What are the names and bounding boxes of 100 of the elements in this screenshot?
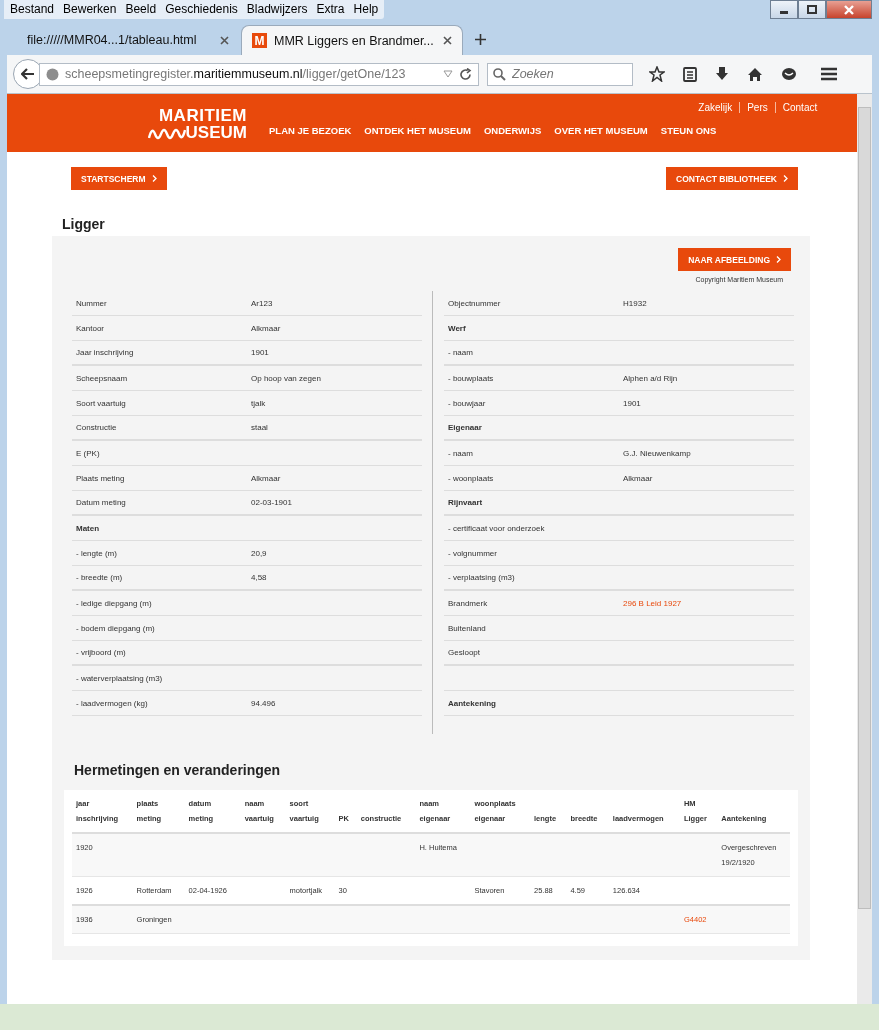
field-label: Werf [448, 323, 467, 333]
menu-item[interactable]: Beeld [125, 2, 157, 17]
nav-link[interactable]: STEUN ONS [660, 125, 717, 136]
menu-item[interactable]: Bewerken [63, 2, 117, 17]
field-label: E (PK) [76, 448, 101, 458]
field-label: - vrijboord (m) [76, 648, 127, 657]
field-label: Plaats meting [76, 473, 126, 483]
nav-link[interactable]: ONDERWIJS [484, 125, 542, 136]
menu-item[interactable]: Bladwijzers [246, 2, 308, 17]
header-link[interactable]: Zakelijk [691, 102, 740, 113]
field-label: - woonplaats [448, 473, 495, 483]
menu-item[interactable]: Geschiedenis [165, 2, 238, 17]
minimize-button[interactable] [770, 0, 798, 19]
field-value: tjalk [251, 398, 266, 408]
menu-item[interactable]: Extra [316, 2, 345, 17]
search-field[interactable]: Zoeken [487, 62, 633, 86]
scrollbar[interactable] [857, 94, 872, 1004]
maximize-icon [807, 4, 817, 15]
contact-button[interactable]: CONTACT BIBLIOTHEEK [666, 167, 798, 190]
field-label: - bouwjaar [448, 398, 487, 408]
field-label: Buitenland [448, 623, 487, 633]
field-value: Alkmaar [251, 323, 281, 333]
field-label: Datum meting [76, 498, 127, 507]
field-label: - waterverplaatsing (m3) [76, 673, 164, 683]
field-label: Nummer [76, 298, 108, 308]
field-label: - certificaat voor onderzoek [448, 523, 546, 533]
close-icon[interactable] [443, 36, 452, 45]
reload-icon[interactable] [459, 67, 472, 81]
field-label: Eigenaar [448, 423, 483, 432]
nav-link[interactable]: ONTDEK HET MUSEUM [364, 125, 471, 136]
start-button[interactable]: STARTSCHERM [71, 167, 167, 190]
field-label: - ledige diepgang (m) [76, 598, 153, 608]
field-label: Kantoor [76, 323, 106, 333]
close-icon[interactable] [220, 35, 229, 45]
value-link[interactable]: 296 B Leid 1927 [623, 598, 682, 608]
chevron-icon [783, 175, 788, 182]
field-value: 94.496 [251, 698, 276, 708]
field-label: Aantekening [448, 698, 497, 708]
browser-tab[interactable]: M MMR Liggers en Brandmer... [241, 25, 463, 55]
chevron-icon [776, 256, 781, 263]
home-icon[interactable] [747, 66, 763, 82]
field-value: 02-03-1901 [251, 498, 292, 507]
field-label: - bouwplaats [448, 373, 495, 383]
minimize-icon [780, 11, 788, 14]
field-label: Brandmerk [448, 598, 489, 608]
field-label: Constructie [76, 423, 118, 432]
close-button[interactable] [826, 0, 872, 19]
menu-item[interactable]: Bestand [10, 2, 55, 17]
section-title: Hermetingen en veranderingen [74, 762, 282, 778]
header-link[interactable]: Pers [739, 102, 775, 113]
field-label: Scheepsnaam [76, 373, 129, 383]
field-value: G.J. Nieuwenkamp [623, 448, 691, 458]
field-value: H1932 [623, 298, 647, 308]
back-icon [21, 68, 35, 80]
image-button[interactable]: NAAR AFBEELDING [678, 248, 791, 271]
field-value: Alkmaar [251, 473, 281, 483]
field-value: 1901 [251, 348, 269, 357]
field-label: Gesloopt [448, 648, 482, 657]
clipboard-icon[interactable] [683, 66, 697, 82]
field-label: Jaar inschrijving [76, 348, 135, 357]
download-icon[interactable] [715, 66, 729, 82]
maximize-button[interactable] [798, 0, 826, 19]
close-icon [843, 4, 855, 15]
field-label: - verplaatsing (m3) [448, 573, 516, 582]
star-icon[interactable] [649, 66, 665, 82]
address-bar[interactable]: scheepsmetingregister.maritiemmuseum.nl/ligger/getOne/123 [39, 62, 479, 86]
chat-icon[interactable] [781, 66, 797, 82]
logo-text[interactable]: USEUM [185, 124, 247, 141]
globe-icon [46, 67, 59, 81]
field-label: Rijnvaart [448, 498, 484, 507]
field-value: 4,58 [251, 573, 267, 582]
field-value: Op hoop van zegen [251, 373, 321, 383]
field-label: Soort vaartuig [76, 398, 127, 408]
field-label: - naam [448, 448, 474, 458]
field-value: Ar123 [251, 298, 273, 308]
scroll-thumb[interactable] [858, 107, 871, 909]
browser-tab[interactable]: file://///MMR04...1/tableau.html [17, 25, 239, 55]
favicon-icon: M [252, 33, 267, 48]
menu-icon[interactable] [821, 67, 837, 81]
tab-title: file://///MMR04...1/tableau.html [27, 33, 198, 47]
field-label: - bodem diepgang (m) [76, 623, 156, 633]
field-value: Alphen a/d Rijn [623, 373, 678, 383]
field-value: 1901 [623, 398, 641, 408]
nav-link[interactable]: OVER HET MUSEUM [554, 125, 648, 136]
nav-link[interactable]: PLAN JE BEZOEK [269, 125, 352, 136]
page-title: Ligger [62, 216, 106, 232]
field-label: - lengte (m) [76, 548, 118, 558]
new-tab-icon[interactable] [475, 34, 486, 45]
field-value: 20,9 [251, 548, 267, 558]
field-label: Maten [76, 523, 101, 533]
field-value: Alkmaar [623, 473, 653, 483]
header-link[interactable]: Contact [774, 102, 825, 113]
field-label: - breedte (m) [76, 573, 124, 582]
field-label: - naam [448, 348, 474, 357]
field-value: staal [251, 423, 268, 432]
field-label: - laadvermogen (kg) [76, 698, 149, 708]
url-text: scheepsmetingregister.maritiemmuseum.nl/ligger/getOne/123 [65, 67, 407, 81]
menu-item[interactable]: Help [353, 2, 379, 17]
logo-text[interactable]: MARITIEM [158, 107, 247, 124]
field-label: - volgnummer [448, 548, 498, 558]
